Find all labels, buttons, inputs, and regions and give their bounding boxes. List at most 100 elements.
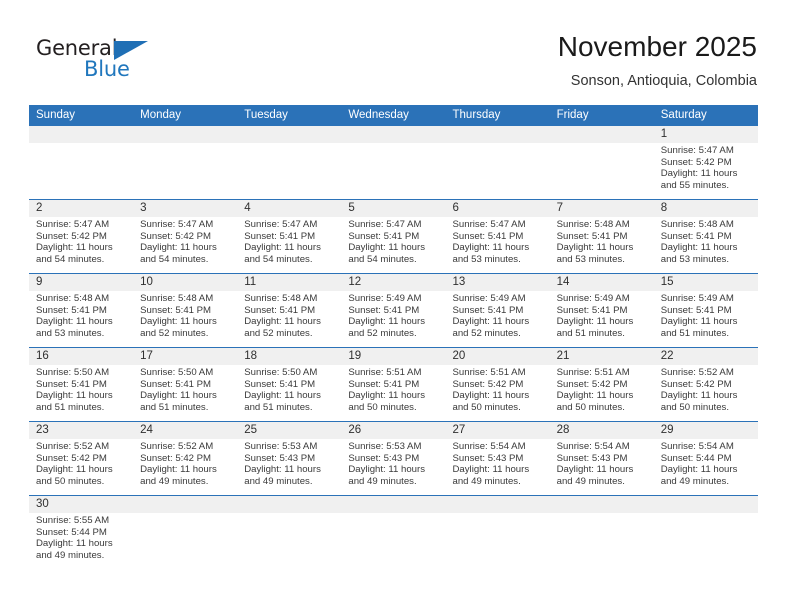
day-of-week-header: Tuesday (244, 109, 288, 121)
day-info-line: Daylight: 11 hours (36, 464, 113, 476)
day-info-line: and 51 minutes. (660, 327, 730, 339)
day-number[interactable]: 22 (654, 348, 758, 365)
day-number[interactable]: 9 (29, 274, 133, 291)
day-info-line: Sunset: 5:42 PM (36, 452, 107, 464)
day-info-line: Sunrise: 5:47 AM (452, 219, 526, 230)
day-cell[interactable]: Sunrise: 5:52 AM Sunset: 5:42 PM Daylight:… (29, 439, 133, 495)
day-number[interactable]: 3 (133, 200, 237, 217)
day-info-line: Sunset: 5:43 PM (556, 452, 628, 464)
day-cell[interactable]: Sunrise: 5:48 AM Sunset: 5:41 PM Daylight:… (29, 291, 133, 347)
day-info-line: Sunset: 5:41 PM (348, 304, 420, 316)
day-info-line: Sunset: 5:42 PM (140, 230, 212, 242)
day-cell (29, 143, 133, 199)
day-info-line: Sunset: 5:41 PM (660, 230, 732, 242)
day-cell[interactable]: Sunrise: 5:47 AM Sunset: 5:42 PM Daylight:… (29, 217, 133, 273)
day-cell[interactable]: Sunrise: 5:52 AM Sunset: 5:42 PM Daylight:… (654, 365, 758, 421)
logo-text-blue: Blue (84, 57, 130, 81)
day-number[interactable]: 29 (654, 422, 758, 439)
day-number[interactable]: 5 (341, 200, 445, 217)
day-cell[interactable]: Sunrise: 5:52 AM Sunset: 5:42 PM Daylight:… (133, 439, 237, 495)
day-cell[interactable]: Sunrise: 5:51 AM Sunset: 5:42 PM Daylight:… (446, 365, 550, 421)
day-cell[interactable]: Sunrise: 5:47 AM Sunset: 5:42 PM Daylight:… (654, 143, 758, 199)
day-cell[interactable]: Sunrise: 5:47 AM Sunset: 5:41 PM Daylight:… (446, 217, 550, 273)
day-number[interactable]: 24 (133, 422, 237, 439)
general-blue-logo[interactable]: General Blue (36, 36, 186, 88)
day-number[interactable]: 20 (446, 348, 550, 365)
day-cell[interactable]: Sunrise: 5:53 AM Sunset: 5:43 PM Daylight:… (341, 439, 445, 495)
day-number[interactable]: 6 (446, 200, 550, 217)
day-cell[interactable]: Sunrise: 5:49 AM Sunset: 5:41 PM Daylight:… (550, 291, 654, 347)
day-number[interactable]: 11 (237, 274, 341, 291)
page-header: General Blue November 2025 Sonson, Antio… (0, 0, 792, 104)
day-number[interactable]: 23 (29, 422, 133, 439)
day-cell[interactable]: Sunrise: 5:50 AM Sunset: 5:41 PM Daylight:… (133, 365, 237, 421)
day-number[interactable]: 21 (550, 348, 654, 365)
day-number[interactable]: 30 (29, 496, 133, 513)
day-info-line: Sunset: 5:43 PM (348, 452, 420, 464)
day-number[interactable]: 28 (550, 422, 654, 439)
day-cell[interactable]: Sunrise: 5:48 AM Sunset: 5:41 PM Daylight:… (237, 291, 341, 347)
day-info-line: Sunrise: 5:52 AM (36, 441, 110, 452)
day-cell[interactable]: Sunrise: 5:50 AM Sunset: 5:41 PM Daylight:… (29, 365, 133, 421)
day-info-line: Daylight: 11 hours (660, 168, 738, 180)
day-info-line: Sunrise: 5:51 AM (452, 367, 526, 378)
day-cell[interactable]: Sunrise: 5:49 AM Sunset: 5:41 PM Daylight:… (654, 291, 758, 347)
day-number[interactable]: 2 (29, 200, 133, 217)
day-number[interactable]: 25 (237, 422, 341, 439)
day-cell[interactable]: Sunrise: 5:54 AM Sunset: 5:44 PM Daylight:… (654, 439, 758, 495)
day-cell (237, 513, 341, 569)
day-number[interactable]: 18 (237, 348, 341, 365)
day-cell[interactable]: Sunrise: 5:47 AM Sunset: 5:41 PM Daylight:… (341, 217, 445, 273)
day-cell[interactable]: Sunrise: 5:49 AM Sunset: 5:41 PM Daylight:… (341, 291, 445, 347)
day-cell[interactable]: Sunrise: 5:48 AM Sunset: 5:41 PM Daylight:… (550, 217, 654, 273)
day-of-week-header-row: Sunday Monday Tuesday Wednesday Thursday Frid… (29, 105, 758, 126)
day-info-line: Sunset: 5:42 PM (660, 156, 732, 168)
day-info-line: Sunset: 5:44 PM (660, 452, 732, 464)
day-number[interactable]: 19 (341, 348, 445, 365)
day-info-line: Sunset: 5:41 PM (244, 230, 316, 242)
day-cell[interactable]: Sunrise: 5:49 AM Sunset: 5:41 PM Daylight:… (446, 291, 550, 347)
day-cell[interactable]: Sunrise: 5:51 AM Sunset: 5:42 PM Daylight:… (550, 365, 654, 421)
day-number[interactable]: 7 (550, 200, 654, 217)
day-number[interactable]: 12 (341, 274, 445, 291)
day-cell[interactable]: Sunrise: 5:54 AM Sunset: 5:43 PM Daylight:… (446, 439, 550, 495)
day-info-line: Daylight: 11 hours (660, 390, 738, 402)
day-cell[interactable]: Sunrise: 5:53 AM Sunset: 5:43 PM Daylight:… (237, 439, 341, 495)
day-info-line: Sunrise: 5:50 AM (244, 367, 318, 378)
day-info-line: Daylight: 11 hours (140, 316, 217, 328)
day-number[interactable]: 16 (29, 348, 133, 365)
day-cell[interactable]: Sunrise: 5:48 AM Sunset: 5:41 PM Daylight:… (133, 291, 237, 347)
day-info-line: Sunrise: 5:48 AM (140, 293, 214, 304)
day-info-line: Sunset: 5:44 PM (36, 526, 107, 538)
day-info-line: Sunrise: 5:52 AM (660, 367, 734, 378)
day-number[interactable]: 13 (446, 274, 550, 291)
day-number[interactable]: 15 (654, 274, 758, 291)
day-info-line: Daylight: 11 hours (348, 390, 425, 402)
day-number[interactable]: 4 (237, 200, 341, 217)
day-info-line: and 55 minutes. (660, 179, 730, 191)
day-info-line: Sunrise: 5:54 AM (660, 441, 734, 452)
day-number[interactable]: 26 (341, 422, 445, 439)
day-number[interactable]: 27 (446, 422, 550, 439)
day-number[interactable]: 14 (550, 274, 654, 291)
day-cell[interactable]: Sunrise: 5:51 AM Sunset: 5:41 PM Daylight:… (341, 365, 445, 421)
day-info-line: Sunset: 5:42 PM (36, 230, 107, 242)
calendar-week-row: 9 10 11 12 13 14 15 Sunrise: 5:48 AM Sunset: 5:4… (29, 273, 758, 347)
day-cell[interactable]: Sunrise: 5:47 AM Sunset: 5:42 PM Daylight:… (133, 217, 237, 273)
day-cell[interactable]: Sunrise: 5:50 AM Sunset: 5:41 PM Daylight:… (237, 365, 341, 421)
day-info-line: Sunrise: 5:47 AM (244, 219, 318, 230)
day-cell[interactable]: Sunrise: 5:54 AM Sunset: 5:43 PM Daylight:… (550, 439, 654, 495)
day-info-line: Sunset: 5:41 PM (348, 378, 420, 390)
day-cell (446, 513, 550, 569)
day-number[interactable]: 1 (654, 126, 758, 143)
day-of-week-header: Sunday (36, 109, 76, 121)
day-number[interactable]: 17 (133, 348, 237, 365)
day-cell[interactable]: Sunrise: 5:55 AM Sunset: 5:44 PM Daylight:… (29, 513, 133, 569)
day-number[interactable]: 8 (654, 200, 758, 217)
day-number[interactable]: 10 (133, 274, 237, 291)
calendar-weeks: 1 Sunrise: 5:47 AM Sunset: 5:42 PM Daylight… (29, 126, 758, 569)
day-cell[interactable]: Sunrise: 5:48 AM Sunset: 5:41 PM Daylight:… (654, 217, 758, 273)
day-info-line: and 51 minutes. (140, 401, 209, 413)
day-cell[interactable]: Sunrise: 5:47 AM Sunset: 5:41 PM Daylight:… (237, 217, 341, 273)
day-of-week-header: Saturday (660, 109, 707, 121)
